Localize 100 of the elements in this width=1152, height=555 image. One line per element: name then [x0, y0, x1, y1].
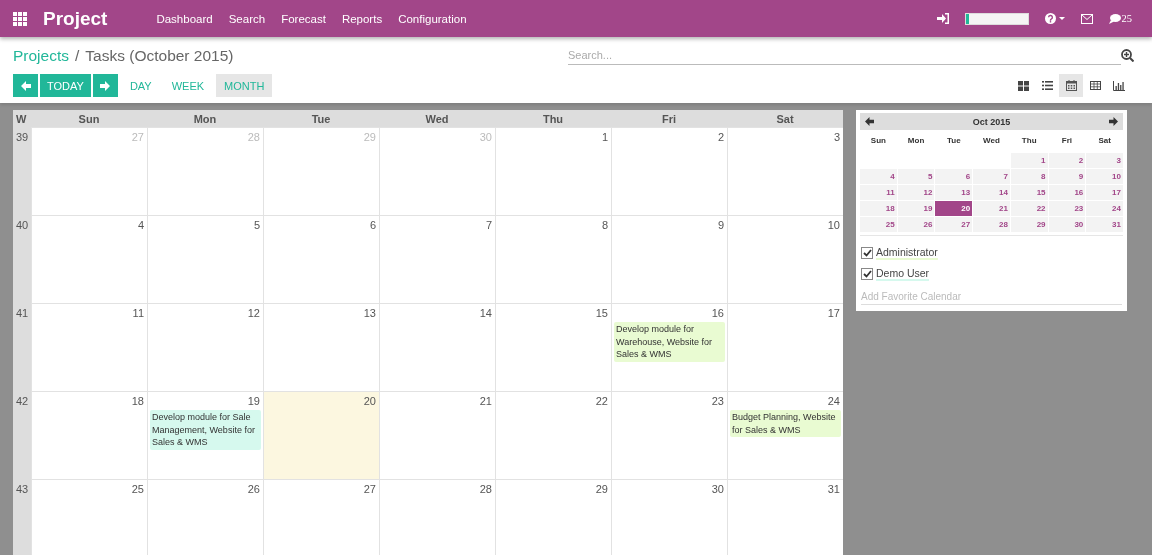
left-arrow-icon[interactable] — [865, 117, 874, 126]
day-cell[interactable]: 14 — [379, 303, 495, 391]
week-number: 39 — [16, 131, 29, 143]
date-button[interactable]: 2 — [1048, 153, 1086, 168]
day-cell[interactable]: 17 — [727, 303, 843, 391]
date-button[interactable]: 15 — [1010, 185, 1048, 200]
menu-item[interactable]: Dashboard — [148, 12, 221, 25]
date-button[interactable]: 25 — [860, 217, 897, 232]
date-button[interactable]: 18 — [860, 201, 897, 216]
date-button[interactable]: 29 — [1010, 217, 1048, 232]
date-button[interactable]: 8 — [1010, 169, 1048, 184]
day-number: 9 — [717, 219, 725, 231]
breadcrumb-separator: / — [75, 46, 80, 65]
month-title: Oct 2015 — [972, 116, 1011, 127]
date-button[interactable]: 6 — [935, 169, 973, 184]
day-cell[interactable]: 29 — [495, 479, 611, 555]
checkbox[interactable] — [861, 247, 873, 259]
day-cell[interactable]: 30 — [611, 479, 727, 555]
day-cell[interactable]: 2 — [611, 127, 727, 215]
date-button[interactable]: 17 — [1086, 185, 1123, 200]
day-cell[interactable]: 24 Budget Planning, Website for Sales & WMS — [727, 391, 843, 479]
favorite-calendar-field[interactable]: Add Favorite Calendar — [861, 289, 1122, 305]
day-cell[interactable]: 4 — [31, 215, 147, 303]
date-button[interactable]: 1 — [1010, 153, 1048, 168]
day-number: 30 — [711, 483, 725, 495]
calendar-event[interactable]: Develop module for Warehouse, Website for Sales & WMS — [614, 322, 725, 362]
right-arrow-icon[interactable] — [1109, 117, 1118, 126]
day-cell[interactable]: 6 — [263, 215, 379, 303]
day-cell[interactable]: 8 — [495, 215, 611, 303]
mail-icon[interactable] — [1080, 13, 1093, 24]
day-cell[interactable]: 3 — [727, 127, 843, 215]
day-number: 22 — [595, 395, 609, 407]
checkbox[interactable] — [861, 268, 873, 280]
calendar-icon — [1065, 80, 1077, 91]
day-cell[interactable]: 25 — [31, 479, 147, 555]
day-number: 11 — [132, 307, 145, 319]
date-button[interactable]: 23 — [1048, 201, 1086, 216]
date-button[interactable]: 31 — [1086, 217, 1123, 232]
weekday-label: Tue — [945, 135, 962, 147]
day-cell[interactable]: 22 — [495, 391, 611, 479]
date-button[interactable]: 16 — [1048, 185, 1086, 200]
day-cell[interactable]: 23 — [611, 391, 727, 479]
day-cell[interactable]: 7 — [379, 215, 495, 303]
search-icon[interactable] — [1121, 49, 1134, 62]
day-cell[interactable]: 10 — [727, 215, 843, 303]
date-button[interactable]: 26 — [897, 217, 935, 232]
date-button[interactable]: 3 — [1086, 153, 1123, 168]
day-cell[interactable]: 21 — [379, 391, 495, 479]
date-button[interactable]: 11 — [860, 185, 897, 200]
help-icon[interactable] — [1044, 13, 1065, 24]
date-button[interactable]: 24 — [1086, 201, 1123, 216]
day-cell[interactable]: 11 — [31, 303, 147, 391]
day-heading: Mon — [192, 112, 218, 125]
day-cell[interactable]: 1 — [495, 127, 611, 215]
menu-item[interactable]: Forecast — [273, 12, 334, 25]
day-number: 21 — [479, 395, 493, 407]
apps-icon[interactable] — [13, 11, 27, 26]
sign-in-icon[interactable] — [936, 13, 949, 24]
date-button[interactable]: 22 — [1010, 201, 1048, 216]
day-cell[interactable]: 20 — [263, 391, 379, 479]
day-cell[interactable]: 15 — [495, 303, 611, 391]
date-button[interactable]: 21 — [973, 201, 1010, 216]
day-cell[interactable]: 27 — [263, 479, 379, 555]
table-icon — [1089, 81, 1101, 90]
date-button[interactable]: 10 — [1086, 169, 1123, 184]
menu-item[interactable]: Search — [220, 12, 274, 25]
date-button[interactable]: 14 — [973, 185, 1010, 200]
day-cell[interactable]: 28 — [379, 479, 495, 555]
day-cell[interactable]: 26 — [147, 479, 263, 555]
date-button[interactable]: 5 — [897, 169, 935, 184]
day-cell[interactable]: 16 Develop module for Warehouse, Website for Sales & WMS — [611, 303, 727, 391]
day-number: 8 — [601, 219, 609, 231]
day-number: 16 — [711, 307, 725, 319]
day-cell[interactable]: 31 — [727, 479, 843, 555]
day-cell[interactable]: 13 — [263, 303, 379, 391]
date-button[interactable]: 4 — [860, 169, 897, 184]
date-button[interactable]: 28 — [973, 217, 1010, 232]
day-cell[interactable]: 12 — [147, 303, 263, 391]
week-number: 40 — [16, 219, 29, 231]
day-cell[interactable]: 19 Develop module for Sale Management, Website for Sales & WMS — [147, 391, 263, 479]
date-button[interactable]: 30 — [1048, 217, 1086, 232]
day-cell[interactable]: 18 — [31, 391, 147, 479]
menu-item[interactable]: Reports — [333, 12, 391, 25]
date-button[interactable]: 19 — [897, 201, 935, 216]
page-title: Tasks (October 2015) — [85, 46, 234, 65]
view-button[interactable] — [1059, 74, 1083, 97]
day-cell[interactable]: 5 — [147, 215, 263, 303]
date-button[interactable]: 12 — [897, 185, 935, 200]
date-button[interactable]: 13 — [935, 185, 973, 200]
weekday-label: Sun — [869, 135, 887, 147]
grid-icon — [1017, 80, 1029, 91]
menu-item[interactable]: Configuration — [390, 12, 475, 25]
date-button[interactable]: 20 — [935, 201, 973, 216]
calendar-event[interactable]: Develop module for Sale Management, Website for Sales & WMS — [150, 410, 261, 450]
date-button[interactable]: 27 — [935, 217, 973, 232]
date-button[interactable]: 7 — [973, 169, 1010, 184]
chat-icon[interactable] — [1108, 13, 1121, 24]
date-button[interactable]: 9 — [1048, 169, 1086, 184]
calendar-event[interactable]: Budget Planning, Website for Sales & WMS — [730, 410, 841, 437]
day-cell[interactable]: 9 — [611, 215, 727, 303]
